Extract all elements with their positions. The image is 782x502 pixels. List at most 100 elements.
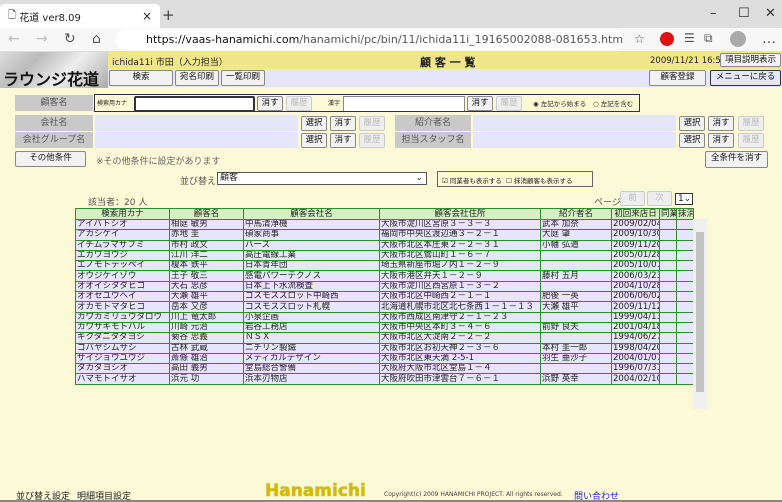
introducer-label: 紹介者名 — [395, 115, 471, 131]
company-history-button[interactable]: 履歴 — [359, 116, 385, 131]
refresh-icon[interactable]: ↻ — [64, 31, 76, 47]
group-history-button[interactable]: 履歴 — [359, 133, 385, 148]
company-select-button[interactable]: 選択 — [301, 116, 327, 131]
window-close-button[interactable]: ✕ — [765, 6, 776, 21]
table-row[interactable]: オオセユウヘイ 大瀬 雄平 コスモススロット中崎西 大阪市北区中崎西２－１－１ 肥後 一… — [75, 291, 694, 303]
table-cell: 川上 竜太郎 — [169, 311, 244, 323]
company-name-field[interactable] — [95, 115, 298, 131]
maximize-button[interactable]: ☐ — [738, 6, 750, 21]
staff-history-button[interactable]: 履歴 — [738, 133, 764, 148]
table-row[interactable]: タカダヨシオ 高田 義男 堂島総合警備 大阪府大阪市北区堂島１－４ 1996/07/31 — [75, 363, 694, 375]
customer-register-button[interactable]: 顧客登録 — [649, 70, 706, 86]
back-to-menu-button[interactable]: メニューに戻る — [710, 70, 781, 86]
table-cell: 高圧電線工業 — [243, 249, 380, 262]
kana-input[interactable] — [134, 96, 255, 112]
table-cell: 岩谷工務店 — [243, 321, 380, 334]
same-industry-checkbox[interactable]: ☑ — [442, 177, 448, 185]
page-select[interactable]: 1⌄ — [675, 193, 693, 205]
table-cell: オオセユウヘイ — [75, 291, 170, 303]
deleted-checkbox[interactable]: ☐ — [506, 177, 512, 185]
table-row[interactable]: イチムラマサフミ 市村 政文 バース 大阪市北区本庄東２－２－３１ 小幡 弘道 2009/… — [75, 239, 694, 251]
table-row[interactable]: アカシケイ 赤地 圭碩家商事 福岡市中央区渡辺通３－２－１ 大庭 肇 2009/10/3… — [75, 229, 694, 241]
clear-all-button[interactable]: 全条件を消す — [705, 151, 768, 168]
table-row[interactable]: エガワヨウジ 江川 洋二 高圧電線工業 大阪市北区鶯山町１－６－７ 2005/01/28 — [75, 249, 694, 262]
table-row[interactable]: アイバトシオ 相庭 敏男 中馬清浄機 大阪市淀川区宮原３－３－３ 武本 加奈 2009/0… — [75, 218, 694, 231]
table-cell: 1994/06/27 — [611, 332, 660, 344]
introducer-clear-button[interactable]: 消す — [708, 116, 734, 131]
table-cell: カワカミリュウタロウ — [75, 311, 170, 323]
back-icon[interactable]: ← — [8, 31, 20, 47]
other-conditions-button[interactable]: その他条件 — [15, 151, 86, 167]
table-row[interactable]: カワカミリュウタロウ 川上 竜太郎 小泉企画 大阪市西成区南津守２－１－２３ 1999/… — [75, 311, 694, 323]
column-header[interactable]: 顧客名 — [169, 208, 244, 220]
column-header[interactable]: 初回来店日 — [611, 208, 660, 220]
search-button[interactable]: 検索 — [109, 70, 173, 86]
table-cell: 2004/01/07 — [611, 352, 660, 365]
radio-starts-with[interactable]: ◉ 左記から始まる — [533, 98, 586, 108]
list-print-button[interactable]: 一覧印刷 — [221, 70, 265, 86]
page-icon: 🗋 — [8, 9, 20, 21]
column-header[interactable]: 抹消 — [676, 208, 694, 220]
home-icon[interactable]: ⌂ — [92, 31, 101, 47]
table-row[interactable]: キクタニタダヨシ 菊谷 忠義 ＮＳＸ 大阪市北区大淀南２－２－２ 1994/06/27 — [75, 332, 694, 344]
table-row[interactable]: オカモトマタヒコ 岳本 又彦 コスモススロット札幌 北海道札幌市北区北七条西１－１－１… — [75, 301, 694, 313]
table-cell: コスモススロット中崎西 — [243, 291, 380, 303]
scrollbar-thumb[interactable] — [696, 232, 704, 392]
table-cell: コバヤシムサシ — [75, 342, 170, 354]
more-icon[interactable]: … — [762, 31, 776, 47]
staff-clear-button[interactable]: 消す — [708, 133, 734, 148]
table-cell: キクタニタダヨシ — [75, 332, 170, 344]
column-header[interactable]: 同業 — [659, 208, 677, 220]
browser-tab[interactable]: 🗋 花道 ver8.09 × — [0, 4, 160, 28]
table-cell — [659, 311, 677, 323]
introducer-field[interactable] — [473, 115, 676, 131]
minimize-button[interactable]: – — [710, 6, 717, 21]
table-cell: 大瀬 雄平 — [169, 291, 244, 303]
table-row[interactable]: コバヤシムサシ 古林 武蔵 ニチリン製鐵 大阪市北区お初天神２－３－６ 本村 圭一郎 19… — [75, 342, 694, 354]
favorites-icon[interactable]: ☰ — [684, 31, 695, 45]
new-tab-button[interactable]: + — [162, 6, 175, 24]
table-row[interactable]: エノモトテッペイ 榎本 鉄平 日本青年団 埼玉県新座市堀ノ内１－２－９ 2005/10/… — [75, 260, 694, 272]
table-cell: 2006/06/02 — [611, 291, 660, 303]
radio-contains[interactable]: ○ 左記を含む — [593, 98, 633, 108]
prev-page-button[interactable]: 前 — [620, 191, 645, 206]
company-clear-button[interactable]: 消す — [330, 116, 356, 131]
group-select-button[interactable]: 選択 — [301, 133, 327, 148]
table-cell — [659, 363, 677, 375]
next-page-button[interactable]: 次 — [647, 191, 672, 206]
column-header[interactable]: 顧客会社住所 — [379, 208, 541, 220]
close-tab-icon[interactable]: × — [142, 9, 152, 23]
table-row[interactable]: オウジケイゾウ 王子 敬三 感電パワーテクノス 大阪市港区弁天１－２－９ 藤村 五月 20… — [75, 270, 694, 282]
table-cell — [659, 291, 677, 303]
table-cell: 浜元 功 — [169, 373, 244, 385]
company-group-field[interactable] — [95, 132, 298, 148]
introducer-select-button[interactable]: 選択 — [679, 116, 705, 131]
collections-icon[interactable]: ⧉ — [704, 31, 713, 46]
tab-title: 花道 ver8.09 — [19, 12, 81, 24]
extension-icon[interactable] — [660, 32, 674, 46]
profile-avatar[interactable] — [730, 31, 746, 47]
introducer-history-button[interactable]: 履歴 — [738, 116, 764, 131]
staff-field[interactable] — [473, 132, 676, 148]
table-cell — [676, 249, 694, 262]
table-row[interactable]: サイジョウユウジ 斎條 雄治 メディカルデザイン 大阪市北区東天満 2-5-1 羽生 亜… — [75, 352, 694, 365]
table-cell — [676, 291, 694, 303]
table-cell: 2009/11/20 — [611, 239, 660, 251]
favorite-star-icon[interactable]: ☆ — [634, 32, 645, 46]
forward-icon[interactable]: → — [36, 31, 48, 47]
url-input[interactable]: https://vaas-hanamichi.com/hanamichi/pc/… — [116, 29, 624, 50]
table-row[interactable]: カワサキモトハル 川崎 元治 岩谷工務店 大阪市中央区本町３－４－６ 前野 良夫 2001… — [75, 321, 694, 334]
table-cell: エガワヨウジ — [75, 249, 170, 262]
staff-select-button[interactable]: 選択 — [679, 133, 705, 148]
column-header[interactable]: 顧客会社名 — [243, 208, 380, 220]
help-display-button[interactable]: 項目説明表示 — [720, 53, 781, 67]
table-row[interactable]: オオイシタダヒコ 大石 忠彦 日本上下水流検査 大阪市淀川区西宮原１－３－２ 2004/… — [75, 280, 694, 293]
column-header[interactable]: 紹介者名 — [540, 208, 612, 220]
table-cell: 1999/04/13 — [611, 311, 660, 323]
table-cell — [659, 373, 677, 385]
address-print-button[interactable]: 宛名印刷 — [175, 70, 219, 86]
group-clear-button[interactable]: 消す — [330, 133, 356, 148]
column-header[interactable]: 検索用カナ — [75, 208, 170, 220]
sort-select[interactable]: 顧客 ⌄ — [217, 172, 427, 185]
table-row[interactable]: ハマモトイサオ 浜元 功浜本刃物店 大阪府吹田市津雲台７－６－１ 浜野 英幸 2004/… — [75, 373, 694, 385]
